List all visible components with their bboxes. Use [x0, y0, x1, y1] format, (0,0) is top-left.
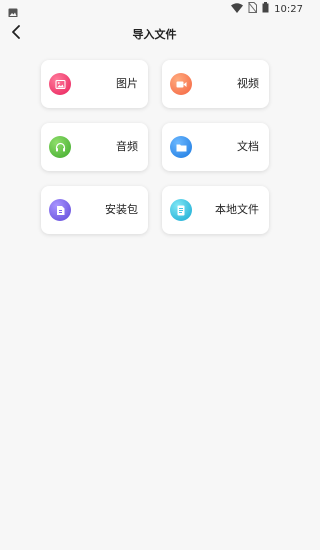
- category-card-video[interactable]: 视频: [162, 60, 269, 108]
- category-card-package[interactable]: 安装包: [41, 186, 148, 234]
- nav-bar: 导入文件: [0, 17, 309, 50]
- category-label: 视频: [237, 77, 259, 90]
- status-bar: 10:27: [0, 0, 309, 18]
- category-label: 文档: [237, 140, 259, 153]
- battery-icon: [262, 2, 269, 16]
- category-label: 音频: [116, 140, 138, 153]
- folder-icon: [170, 136, 192, 158]
- category-label: 图片: [116, 77, 138, 90]
- document-icon: [170, 199, 192, 221]
- category-card-audio[interactable]: 音频: [41, 123, 148, 171]
- no-sim-icon: [248, 2, 258, 16]
- status-time: 10:27: [274, 3, 303, 15]
- category-card-image[interactable]: 图片: [41, 60, 148, 108]
- category-card-document[interactable]: 文档: [162, 123, 269, 171]
- package-icon: [49, 199, 71, 221]
- headphones-icon: [49, 136, 71, 158]
- category-card-local-files[interactable]: 本地文件: [162, 186, 269, 234]
- wifi-icon: [231, 2, 244, 16]
- category-label: 安装包: [105, 203, 138, 216]
- image-icon: [49, 73, 71, 95]
- video-icon: [170, 73, 192, 95]
- page-title: 导入文件: [132, 28, 177, 41]
- category-label: 本地文件: [215, 203, 259, 216]
